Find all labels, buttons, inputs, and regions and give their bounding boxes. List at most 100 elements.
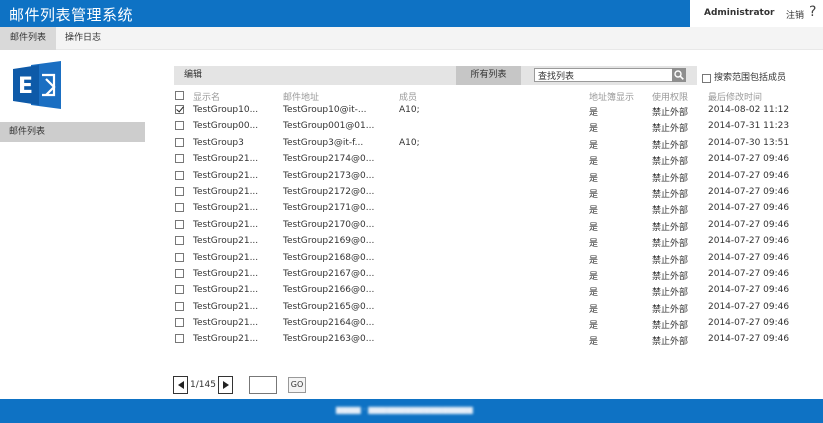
row-checkbox[interactable] — [175, 318, 184, 328]
row-checkbox[interactable] — [175, 301, 184, 311]
row-display-name[interactable]: TestGroup10... — [193, 105, 258, 115]
row-display-name[interactable]: TestGroup21... — [193, 253, 258, 263]
row-address-book: 是 — [589, 124, 599, 135]
row-checkbox[interactable] — [175, 170, 184, 180]
row-checkbox[interactable] — [175, 219, 184, 229]
row-display-name[interactable]: TestGroup21... — [193, 236, 258, 246]
all-lists-button[interactable]: 所有列表 — [456, 66, 521, 85]
row-permission: 禁止外部 — [652, 157, 689, 168]
row-address-book: 是 — [589, 337, 599, 348]
row-address-book: 是 — [589, 321, 599, 332]
table-row[interactable]: TestGroup21... TestGroup2169@0... 是 禁止外部 201… — [174, 234, 814, 250]
row-permission: 禁止外部 — [652, 108, 689, 118]
row-checkbox[interactable] — [175, 268, 184, 278]
table-row[interactable]: TestGroup21... TestGroup2174@0... 是 禁止外部 201… — [174, 152, 814, 168]
row-checkbox[interactable] — [175, 137, 184, 147]
row-display-name[interactable]: TestGroup00... — [193, 121, 258, 131]
row-permission: 禁止外部 — [652, 239, 689, 250]
table-row[interactable]: TestGroup21... TestGroup2172@0... 是 禁止外部 201… — [174, 185, 814, 201]
help-icon[interactable]: ? — [809, 4, 816, 20]
row-permission: 禁止外部 — [652, 189, 689, 200]
row-permission: 禁止外部 — [652, 304, 689, 315]
row-checkbox[interactable] — [175, 105, 184, 114]
table-row[interactable]: TestGroup21... TestGroup2173@0... 是 禁止外部 201… — [174, 169, 814, 185]
column-address-book[interactable]: 地址簿显示 — [589, 90, 634, 103]
page-number-input[interactable] — [249, 376, 277, 394]
row-display-name[interactable]: TestGroup3 — [193, 138, 244, 148]
row-display-name[interactable]: TestGroup21... — [193, 220, 258, 230]
row-display-name[interactable]: TestGroup21... — [193, 269, 258, 279]
scope-checkbox[interactable] — [702, 74, 711, 83]
logout-link[interactable]: 注销 — [786, 8, 804, 21]
row-email: TestGroup2170@0... — [283, 219, 375, 230]
column-permission[interactable]: 使用权限 — [652, 90, 688, 103]
tab-operation-log[interactable]: 操作日志 — [55, 27, 111, 50]
user-name[interactable]: Administrator — [704, 8, 774, 18]
row-email: TestGroup2166@0... — [283, 285, 375, 296]
row-checkbox[interactable] — [175, 334, 184, 344]
edit-button[interactable]: 编辑 — [184, 66, 202, 85]
row-address-book: 是 — [589, 189, 599, 200]
sidebar-item-mail-lists[interactable]: 邮件列表 — [0, 122, 145, 142]
triangle-left-icon — [178, 381, 184, 389]
row-address-book: 是 — [589, 222, 599, 233]
row-address-book: 是 — [589, 239, 599, 250]
table-row[interactable]: TestGroup21... TestGroup2164@0... 是 禁止外部 201… — [174, 316, 814, 332]
row-permission: 禁止外部 — [652, 124, 689, 135]
row-checkbox[interactable] — [175, 121, 184, 131]
row-modified: 2014-07-27 09:46 — [708, 252, 790, 263]
tab-bar: 邮件列表 操作日志 — [0, 27, 823, 50]
row-display-name[interactable]: TestGroup21... — [193, 318, 258, 328]
table-row[interactable]: TestGroup00... TestGroup001@01... 是 禁止外部 201… — [174, 119, 814, 135]
row-address-book: 是 — [589, 108, 599, 118]
row-checkbox[interactable] — [175, 285, 184, 295]
table-row[interactable]: TestGroup21... TestGroup2170@0... 是 禁止外部 201… — [174, 218, 814, 234]
row-display-name[interactable]: TestGroup21... — [193, 302, 258, 312]
row-email: TestGroup2164@0... — [283, 318, 375, 329]
row-permission: 禁止外部 — [652, 140, 689, 151]
row-checkbox[interactable] — [175, 236, 184, 246]
select-all-checkbox[interactable] — [175, 91, 184, 100]
table-row[interactable]: TestGroup21... TestGroup2163@0... 是 禁止外部 201… — [174, 332, 814, 348]
row-email: TestGroup2173@0... — [283, 170, 375, 181]
table-row[interactable]: TestGroup21... TestGroup2166@0... 是 禁止外部 201… — [174, 283, 814, 299]
search-input[interactable] — [534, 68, 674, 82]
column-display-name[interactable]: 显示名 — [193, 90, 220, 103]
row-modified: 2014-07-27 09:46 — [708, 154, 790, 165]
table-row[interactable]: TestGroup21... TestGroup2171@0... 是 禁止外部 201… — [174, 201, 814, 217]
row-address-book: 是 — [589, 255, 599, 266]
row-display-name[interactable]: TestGroup21... — [193, 187, 258, 197]
scope-option[interactable]: 搜索范围包括成员 — [702, 70, 786, 83]
row-permission: 禁止外部 — [652, 337, 689, 348]
row-display-name[interactable]: TestGroup21... — [193, 285, 258, 295]
table-row[interactable]: TestGroup3 TestGroup3@it-f... A10; 是 禁止外部 201… — [174, 136, 814, 152]
row-modified: 2014-07-27 09:46 — [708, 186, 790, 197]
row-email: TestGroup2167@0... — [283, 268, 375, 279]
footer-contact: ▆▆▆▆ · ▆▆▆▆▆▆▆▆▆▆▆▆▆▆▆▆▆ — [336, 405, 473, 414]
next-page-button[interactable] — [218, 376, 233, 394]
exchange-logo-icon: E — [9, 59, 67, 111]
tab-mail-lists[interactable]: 邮件列表 — [0, 27, 57, 50]
row-checkbox[interactable] — [175, 154, 184, 164]
row-display-name[interactable]: TestGroup21... — [193, 203, 258, 213]
row-display-name[interactable]: TestGroup21... — [193, 334, 258, 344]
go-button[interactable]: GO — [288, 377, 306, 393]
row-permission: 禁止外部 — [652, 271, 689, 282]
row-address-book: 是 — [589, 288, 599, 299]
table-row[interactable]: TestGroup21... TestGroup2168@0... 是 禁止外部 201… — [174, 251, 814, 267]
row-checkbox[interactable] — [175, 203, 184, 213]
row-display-name[interactable]: TestGroup21... — [193, 154, 258, 164]
row-modified: 2014-07-27 09:46 — [708, 285, 790, 296]
table-row[interactable]: TestGroup21... TestGroup2167@0... 是 禁止外部 201… — [174, 267, 814, 283]
column-email[interactable]: 邮件地址 — [283, 90, 319, 103]
footer-bar: ▆▆▆▆ · ▆▆▆▆▆▆▆▆▆▆▆▆▆▆▆▆▆ — [0, 399, 823, 423]
column-modified[interactable]: 最后修改时间 — [708, 90, 762, 103]
row-display-name[interactable]: TestGroup21... — [193, 171, 258, 181]
row-checkbox[interactable] — [175, 186, 184, 196]
row-checkbox[interactable] — [175, 252, 184, 262]
prev-page-button[interactable] — [173, 376, 188, 394]
table-row[interactable]: TestGroup10... TestGroup10@it-... A10; 是 禁止外… — [174, 103, 814, 119]
table-row[interactable]: TestGroup21... TestGroup2165@0... 是 禁止外部 201… — [174, 300, 814, 316]
column-members[interactable]: 成员 — [399, 90, 417, 103]
search-button[interactable] — [672, 68, 686, 82]
